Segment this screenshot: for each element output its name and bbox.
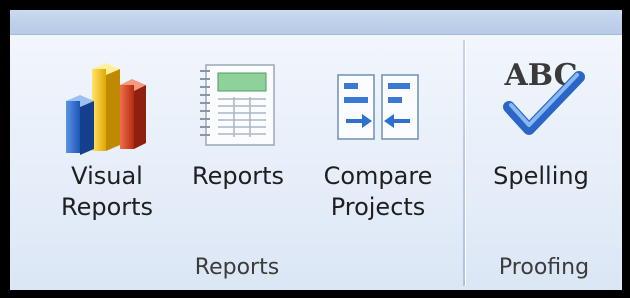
ribbon-tab-strip (10, 10, 622, 35)
spelling-label: Spelling (493, 162, 589, 190)
visual-reports-label: Visual Reports (60, 162, 154, 221)
reports-label: Reports (191, 162, 285, 190)
report-page-icon (200, 64, 275, 146)
visual-reports-button[interactable]: Visual Reports (48, 41, 166, 236)
proofing-group-label: Proofing (498, 255, 590, 280)
reports-group-label: Reports (194, 255, 280, 280)
proofing-group: ABC Spelling Proofing (466, 35, 622, 290)
spelling-button[interactable]: ABC Spelling (476, 41, 606, 236)
bar-chart-icon (66, 63, 146, 155)
reports-button[interactable]: Reports (174, 41, 302, 236)
abc-checkmark-icon: ABC (503, 58, 585, 135)
compare-projects-button[interactable]: Compare Projects (308, 41, 448, 236)
compare-projects-label: Compare Projects (323, 162, 433, 221)
reports-group: Visual Reports Reports Compare Projects … (10, 35, 464, 290)
compare-projects-icon (337, 74, 419, 140)
ribbon-window: Visual Reports Reports Compare Projects … (10, 10, 622, 290)
